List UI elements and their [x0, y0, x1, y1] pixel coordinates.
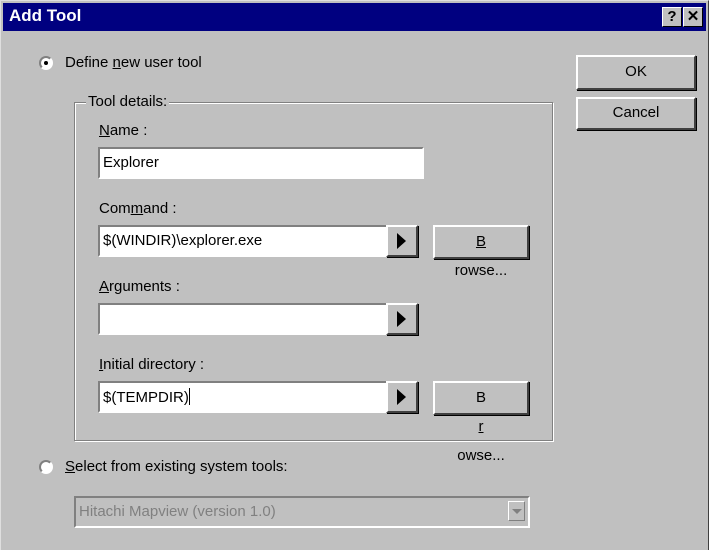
cancel-button-label: Cancel [612, 104, 660, 121]
arrow-right-icon [397, 389, 406, 405]
tool-details-caption: Tool details: [86, 93, 170, 110]
text-caret [188, 388, 190, 405]
command-macro-button[interactable] [386, 225, 418, 257]
initial-directory-field[interactable]: $(TEMPDIR) [98, 381, 388, 413]
arguments-macro-button[interactable] [386, 303, 418, 335]
close-icon: ✕ [686, 8, 700, 25]
dropdown-arrow-button[interactable] [508, 501, 525, 521]
system-tools-selected-value: Hitachi Mapview (version 1.0) [79, 503, 276, 520]
select-existing-radio[interactable] [39, 460, 53, 474]
radio-selected-dot [44, 61, 48, 65]
arrow-right-icon [397, 233, 406, 249]
help-icon: ? [667, 8, 677, 25]
initial-directory-macro-button[interactable] [386, 381, 418, 413]
cancel-button[interactable]: Cancel [576, 97, 696, 130]
system-tools-dropdown[interactable]: Hitachi Mapview (version 1.0) [74, 496, 530, 528]
initial-directory-browse-button[interactable]: Br owse... [433, 381, 529, 464]
define-new-radio[interactable] [39, 56, 53, 70]
name-field[interactable]: Explorer [98, 147, 424, 179]
initial-directory-label: Initial directory : [99, 356, 205, 373]
name-label: Name : [99, 122, 148, 139]
chevron-down-icon [511, 509, 522, 514]
title-bar: Add Tool ? ✕ [3, 3, 706, 31]
add-tool-dialog: Add Tool ? ✕ OK Cancel Define new user t… [0, 0, 709, 550]
ok-button[interactable]: OK [576, 55, 696, 90]
arrow-right-icon [397, 311, 406, 327]
dialog-title: Add Tool [9, 6, 82, 25]
arguments-label: Arguments : [99, 278, 180, 295]
close-button[interactable]: ✕ [683, 7, 703, 27]
command-label: Command : [99, 200, 177, 217]
command-browse-button[interactable]: Browse... [433, 225, 529, 279]
define-new-label[interactable]: Define new user tool [65, 54, 202, 71]
ok-button-label: OK [625, 63, 647, 80]
select-existing-label[interactable]: Select from existing system tools: [65, 458, 288, 475]
help-button[interactable]: ? [662, 7, 682, 27]
arguments-field[interactable] [98, 303, 388, 335]
command-field[interactable]: $(WINDIR)\explorer.exe [98, 225, 388, 257]
